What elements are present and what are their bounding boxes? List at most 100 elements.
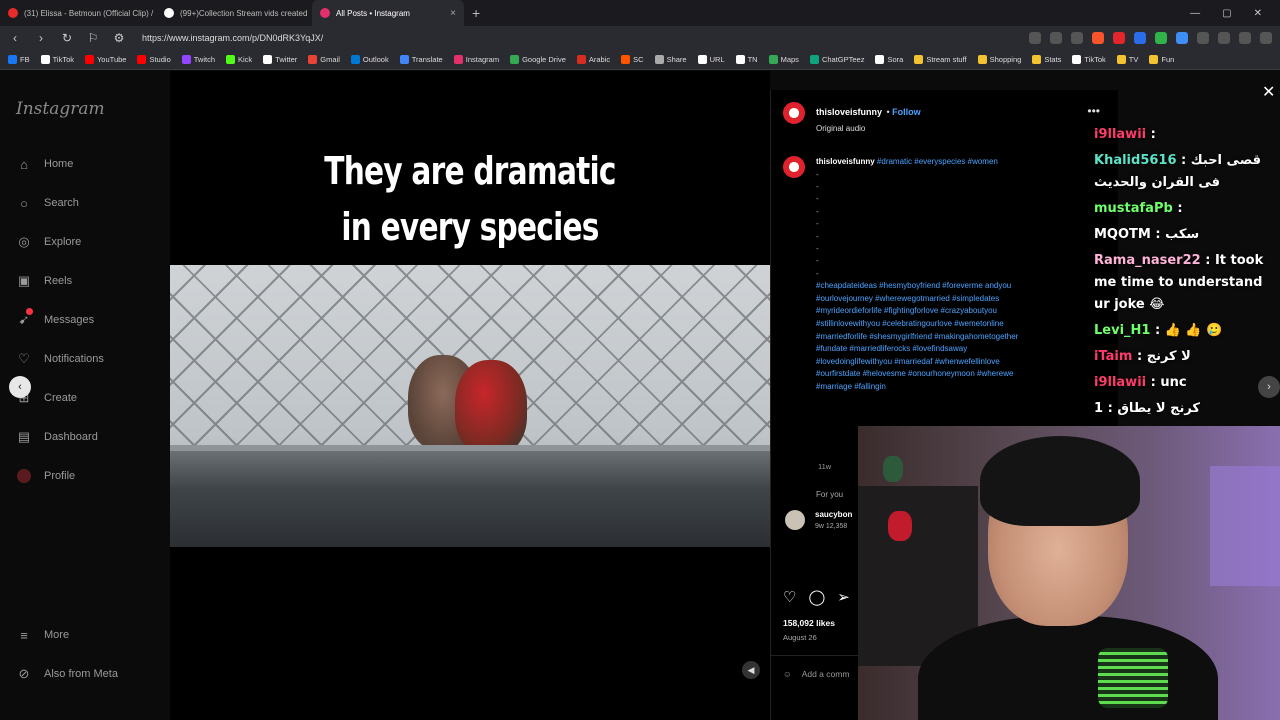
sidebar-icon[interactable] xyxy=(1218,32,1230,44)
sidebar-item-home[interactable]: ⌂ Home xyxy=(16,156,73,172)
sidebar-item-search[interactable]: ○ Search xyxy=(16,195,79,211)
sidebar-item-more[interactable]: ≡ More xyxy=(16,627,69,643)
sidebar-item-reels[interactable]: ▣ Reels xyxy=(16,273,72,289)
url-field[interactable]: https://www.instagram.com/p/DN0dRK3YqJX/ xyxy=(142,33,323,43)
hashtags[interactable]: #cheapdateideas #hesmyboyfriend #forever… xyxy=(816,280,1036,450)
post-username[interactable]: thisloveisfunny xyxy=(816,107,882,117)
profile-icon[interactable] xyxy=(1260,32,1272,44)
avatar[interactable] xyxy=(785,510,805,530)
tab-youtube[interactable]: (31) Elissa - Betmoun (Official Clip) /× xyxy=(0,0,156,26)
extension-icon[interactable] xyxy=(1029,32,1041,44)
comment-icon[interactable]: ◯ xyxy=(808,588,825,606)
bookmark-item[interactable]: TikTok xyxy=(40,55,74,64)
bookmark-item[interactable]: TikTok xyxy=(1072,55,1106,64)
back-icon[interactable]: ‹ xyxy=(8,31,22,45)
chat-message: iTaim : لا كرنج xyxy=(1094,346,1280,368)
bookmark-item[interactable]: TN xyxy=(735,55,758,64)
maximize-icon[interactable]: ▢ xyxy=(1222,8,1231,19)
bookmark-item[interactable]: Maps xyxy=(768,55,799,64)
bookmark-item[interactable]: URL xyxy=(697,55,725,64)
for-you-label[interactable]: For you xyxy=(816,490,843,499)
new-tab-button[interactable]: + xyxy=(464,5,488,21)
chat-username[interactable]: 1 xyxy=(1094,401,1103,416)
extensions-puzzle-icon[interactable] xyxy=(1197,32,1209,44)
bookmark-item[interactable]: Gmail xyxy=(308,55,340,64)
caption-username[interactable]: thisloveisfunny xyxy=(816,157,875,166)
bookmark-item[interactable]: Twitter xyxy=(263,55,297,64)
close-tab-icon[interactable]: × xyxy=(450,8,456,19)
sidebar-item-also-from-meta[interactable]: ⊘ Also from Meta xyxy=(16,666,118,682)
emoji-icon[interactable]: ☺ xyxy=(783,669,792,679)
more-options-icon[interactable]: ••• xyxy=(1087,104,1100,118)
extension-icon[interactable] xyxy=(1134,32,1146,44)
bookmark-item[interactable]: Twitch xyxy=(181,55,215,64)
bookmark-icon xyxy=(621,55,631,64)
close-icon[interactable]: ✕ xyxy=(1262,82,1275,102)
forward-icon[interactable]: › xyxy=(34,31,48,45)
chat-username[interactable]: iTaim xyxy=(1094,349,1132,364)
bookmark-item[interactable]: ChatGPTeez xyxy=(809,55,864,64)
bookmark-item[interactable]: Kick xyxy=(226,55,252,64)
bookmark-item[interactable]: Share xyxy=(654,55,687,64)
bookmark-item[interactable]: Shopping xyxy=(977,55,1021,64)
microphone xyxy=(1098,648,1168,708)
bookmark-label: TV xyxy=(1128,55,1139,64)
comment-username[interactable]: saucybon xyxy=(815,510,852,519)
likes-count[interactable]: 158,092 likes xyxy=(783,618,835,628)
mute-button[interactable]: ◀ xyxy=(742,661,760,679)
bookmark-item[interactable]: TV xyxy=(1116,55,1139,64)
bookmark-item[interactable]: Stream stuff xyxy=(914,55,967,64)
chat-username[interactable]: Khalid5616 xyxy=(1094,153,1177,168)
site-settings-icon[interactable]: ⚙ xyxy=(112,31,126,45)
bookmark-item[interactable]: Fun xyxy=(1149,55,1174,64)
bookmark-item[interactable]: Outlook xyxy=(350,55,389,64)
bookmark-item[interactable]: FB xyxy=(8,55,30,64)
instagram-logo[interactable]: Instagram xyxy=(16,99,105,119)
sidebar-item-messages[interactable]: ➹ Messages xyxy=(16,308,94,328)
avatar[interactable] xyxy=(783,156,805,178)
like-icon[interactable]: ♡ xyxy=(783,588,796,606)
bookmark-item[interactable]: Google Drive xyxy=(510,55,566,64)
bookmark-icon xyxy=(768,55,778,64)
decor xyxy=(883,456,903,482)
follow-button[interactable]: Follow xyxy=(892,107,921,117)
sidebar-item-profile[interactable]: Profile xyxy=(16,468,75,484)
share-icon[interactable] xyxy=(1071,32,1083,44)
media-icon[interactable] xyxy=(1239,32,1251,44)
bookmark-item[interactable]: Stats xyxy=(1032,55,1061,64)
extension-icon[interactable] xyxy=(1155,32,1167,44)
chat-username[interactable]: Levi_H1 xyxy=(1094,323,1150,338)
tab-tiktok[interactable]: (99+)Collection Stream vids created× xyxy=(156,0,312,26)
reload-icon[interactable]: ↻ xyxy=(60,31,74,45)
comment-input[interactable]: Add a comm xyxy=(802,669,850,679)
bookmark-item[interactable]: Instagram xyxy=(453,55,499,64)
bookmark-item[interactable]: SC xyxy=(621,55,644,64)
audio-label[interactable]: Original audio xyxy=(816,124,921,133)
chat-username[interactable]: Rama_naser22 xyxy=(1094,253,1201,268)
chat-username[interactable]: MQOTM xyxy=(1094,227,1151,242)
chat-username[interactable]: mustafaPb xyxy=(1094,201,1173,216)
bookmark-item[interactable]: Translate xyxy=(399,55,443,64)
bookmark-item[interactable]: YouTube xyxy=(84,55,126,64)
sidebar-item-dashboard[interactable]: ▤ Dashboard xyxy=(16,429,98,445)
zoom-icon[interactable] xyxy=(1050,32,1062,44)
previous-post-button[interactable]: ‹ xyxy=(9,376,31,398)
close-window-icon[interactable]: ✕ xyxy=(1254,8,1262,19)
bookmark-item[interactable]: Sora xyxy=(875,55,903,64)
bookmark-icon[interactable]: ⚐ xyxy=(86,31,100,45)
reel-video[interactable]: They are dramatic in every species ◀ xyxy=(170,71,770,720)
brave-shield-icon[interactable] xyxy=(1092,32,1104,44)
brave-rewards-icon[interactable] xyxy=(1113,32,1125,44)
sidebar-item-explore[interactable]: ◎ Explore xyxy=(16,234,81,250)
chat-username[interactable]: i9llawii xyxy=(1094,375,1146,390)
tab-instagram[interactable]: All Posts • Instagram × xyxy=(312,0,464,26)
minimize-icon[interactable]: — xyxy=(1190,8,1200,19)
sidebar-item-notifications[interactable]: ♡ Notifications xyxy=(16,351,104,367)
bookmark-item[interactable]: Studio xyxy=(137,55,171,64)
bookmark-item[interactable]: Arabic xyxy=(576,55,610,64)
avatar[interactable] xyxy=(783,102,805,124)
share-icon[interactable]: ➢ xyxy=(837,588,850,606)
chat-username[interactable]: i9llawii xyxy=(1094,127,1146,142)
extension-icon[interactable] xyxy=(1176,32,1188,44)
caption-tags[interactable]: #dramatic #everyspecies #women xyxy=(877,157,998,166)
